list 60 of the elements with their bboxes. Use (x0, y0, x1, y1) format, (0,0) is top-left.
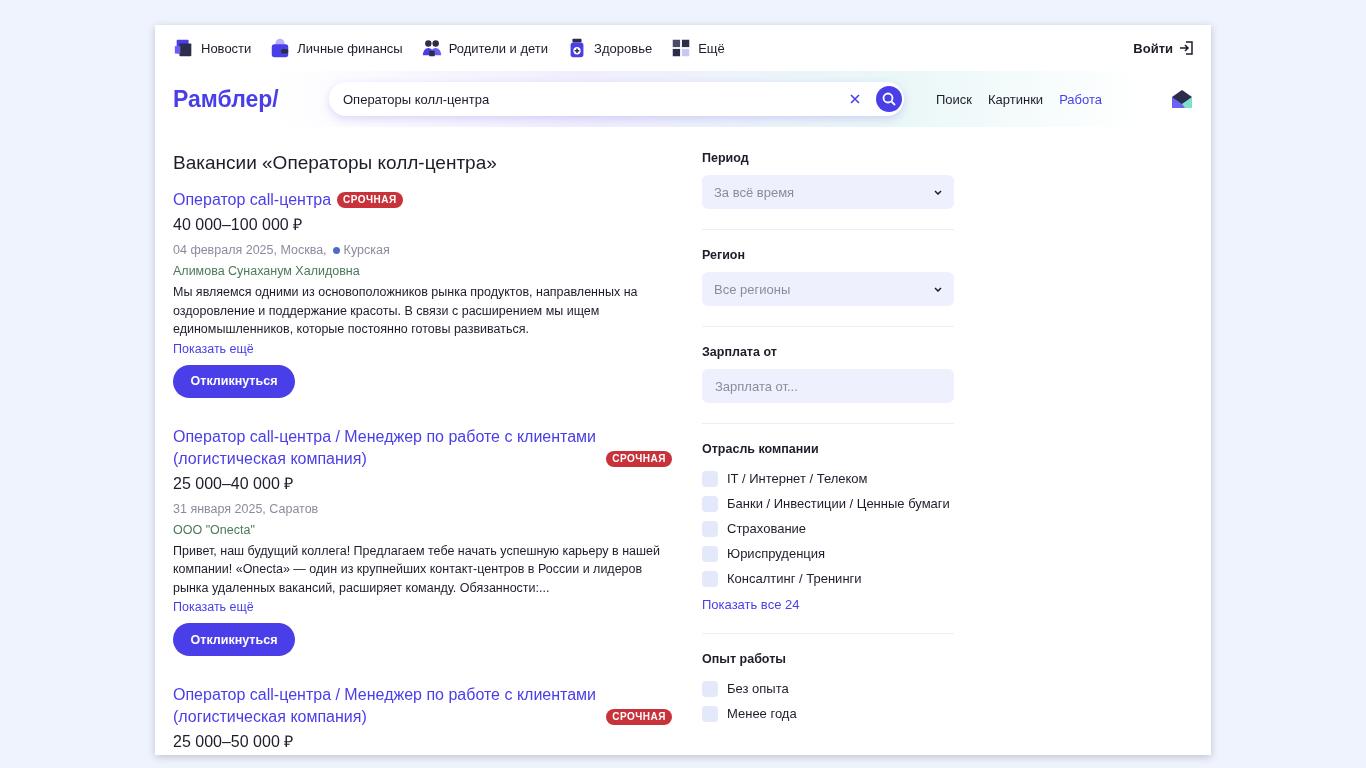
checkbox[interactable] (702, 520, 718, 537)
logo[interactable]: Рамблер/ (173, 85, 313, 113)
salary-input[interactable]: Зарплата от... (702, 369, 954, 403)
metro-station: Курская (343, 242, 390, 259)
category-link[interactable]: Новости (173, 37, 252, 59)
respond-button[interactable]: Откликнуться (173, 623, 295, 656)
filter-title: Период (702, 151, 750, 165)
salary: 25 000–40 000 ₽ (173, 473, 295, 494)
checkbox[interactable] (702, 470, 718, 487)
chevron-icon (934, 189, 942, 195)
page-title: Вакансии «Операторы колл-центра» (173, 151, 498, 175)
checkbox-label: Банки / Инвестиции / Ценные бумаги (727, 496, 950, 511)
urgent-badge: СРОЧНАЯ (337, 192, 403, 208)
checkbox-label: Юриспруденция (727, 546, 826, 561)
urgent-badge: СРОЧНАЯ (606, 450, 672, 467)
checkbox-label: Страхование (727, 521, 807, 536)
category-link[interactable]: Ещё (670, 37, 725, 59)
filter-title: Опыт работы (702, 652, 787, 666)
checkbox[interactable] (702, 680, 718, 697)
salary: 25 000–50 000 ₽ (173, 732, 295, 752)
search-button[interactable] (876, 86, 902, 112)
filter-title: Регион (702, 248, 747, 262)
category-link[interactable]: Здоровье (566, 37, 653, 59)
checkbox-label: Без опыта (727, 681, 789, 696)
search-icon (882, 92, 896, 106)
header-link[interactable]: Картинки (988, 91, 1044, 107)
show-more-link[interactable]: Показать ещё (173, 341, 254, 356)
checkbox[interactable] (702, 545, 718, 562)
checkbox-label: Консалтинг / Тренинги (727, 571, 862, 586)
urgent-badge: СРОЧНАЯ (606, 709, 672, 725)
respond-button[interactable]: Откликнуться (173, 364, 295, 398)
checkbox-label: Менее года (727, 706, 797, 721)
date-location: 04 февраля 2025, Москва, (173, 242, 327, 259)
checkbox-label: IT / Интернет / Телеком (727, 471, 868, 486)
checkbox[interactable] (702, 705, 718, 722)
filter-title: Отрасль компании (702, 442, 820, 456)
vacancy-description: Мы являемся одними из основоположников рынка продуктов, направленных на оздоровление и поддержание красоты. В связи с расширением мы ищем единомышленников, которые постоянно готовы развиваться. (173, 284, 639, 338)
header-link[interactable]: Работа (1059, 91, 1103, 107)
show-more-link[interactable]: Показать ещё (173, 600, 254, 614)
search-field[interactable]: Операторы колл-центра (329, 82, 904, 116)
category-link[interactable]: Личные финансы (269, 37, 403, 59)
date-location: 31 января 2025, Саратов (173, 500, 319, 518)
vacancy-title-link[interactable]: Оператор call-центра / Менеджер по работе с клиентами (логистическая компания) (173, 425, 601, 470)
vacancy-title-link[interactable]: Оператор call-центра (173, 189, 332, 211)
header-link[interactable]: Поиск (936, 91, 973, 107)
company-name: ООО "Onecta" (173, 521, 256, 539)
company-name: Алимова Сунаханум Халидовна (173, 263, 361, 280)
login-icon (1179, 41, 1193, 55)
mail-icon[interactable] (1171, 88, 1193, 110)
category-link[interactable]: Родители и дети (420, 37, 549, 59)
chevron-icon (934, 286, 942, 292)
vacancy-description: Привет, наш будущий коллега! Предлагаем тебе начать успешную карьеру в нашей компании! «Onecta» — один из крупнейших контакт-центров в России и лидеров рынка удаленных вакансий, расширяет команду. Обязанности:... (173, 542, 661, 597)
filter-title: Зарплата от (702, 345, 778, 359)
salary: 40 000–100 000 ₽ (173, 215, 304, 235)
checkbox[interactable] (702, 495, 718, 512)
login-button[interactable]: Войти (1133, 40, 1193, 56)
vacancy-title-link[interactable]: Оператор call-центра / Менеджер по работе с клиентами (логистическая компания) (173, 684, 601, 728)
show-all-link[interactable]: Показать все 24 (702, 597, 800, 612)
people-icon (420, 37, 443, 59)
checkbox[interactable] (702, 570, 718, 587)
